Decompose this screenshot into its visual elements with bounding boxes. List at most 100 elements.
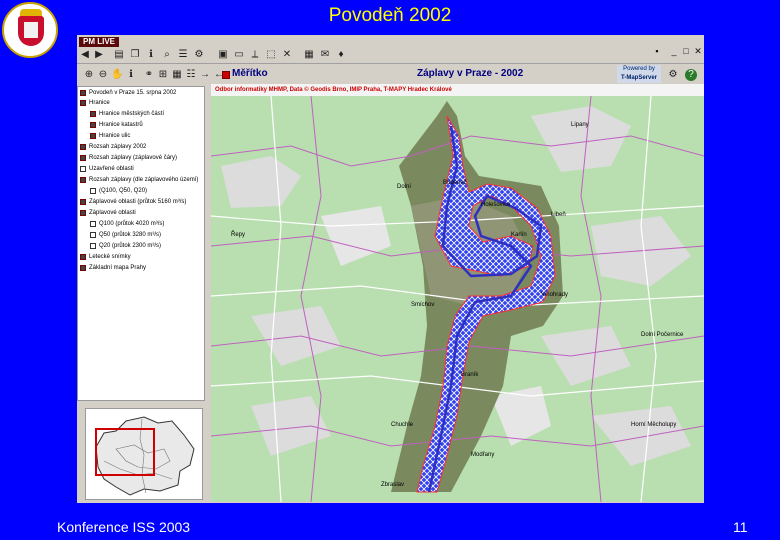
layer-label: Základní mapa Prahy — [89, 264, 147, 271]
map-canvas[interactable]: Dolní Bubeneč Karlín Libeň Holešovice Sm… — [211, 96, 704, 502]
layer-label: Rozsah záplavy 2002 — [89, 143, 147, 150]
fullscreen-icon[interactable]: ▪ — [652, 47, 662, 56]
meritko-label: Měřítko — [232, 68, 268, 79]
label-chuchle: Chuchle — [391, 422, 414, 428]
label-bubenec: Bubeneč — [443, 180, 467, 186]
meritko-checkbox[interactable] — [222, 71, 230, 79]
layer-checkbox[interactable] — [80, 143, 86, 150]
back-icon[interactable]: ◀ — [79, 49, 91, 61]
layer-item[interactable]: Hranice — [80, 98, 110, 107]
layer-item[interactable]: Uzavřené oblasti — [80, 164, 134, 173]
measure-icon[interactable]: ⟂ — [249, 49, 261, 61]
minimize-button[interactable]: _ — [669, 47, 679, 56]
map-title: Záplavy v Praze - 2002 — [417, 68, 524, 79]
help-button[interactable]: ? — [685, 69, 697, 81]
arrow-right-icon[interactable]: → — [199, 69, 211, 81]
map-application-window: PM LIVE ◀ ▶ ▤ ❐ ℹ ⌕ ☰ ⚙ ▣ ▭ ⟂ ⬚ ✕ ▦ ✉ ♦ … — [77, 35, 704, 503]
layer-checkbox[interactable] — [90, 132, 96, 139]
map-view[interactable]: Odbor informatiky MHMP, Data © Geodis Br… — [211, 84, 704, 502]
layer-checkbox[interactable] — [90, 231, 96, 238]
label-holesovice: Holešovice — [481, 202, 511, 208]
layer-root[interactable]: Povodeň v Praze 15. srpna 2002 — [80, 88, 176, 97]
layer-label: Rozsah záplavy (záplavové čáry) — [89, 154, 178, 161]
export-icon[interactable]: ▦ — [303, 49, 315, 61]
layer-tree-panel: Povodeň v Praze 15. srpna 2002 Hranice Hr… — [77, 86, 205, 401]
layer-item[interactable]: Záplavové oblasti (průtok 5160 m³/s) — [80, 197, 186, 206]
maximize-button[interactable]: □ — [681, 47, 691, 56]
binoculars-icon[interactable]: ⚭ — [143, 69, 155, 81]
help-icon[interactable]: ♦ — [335, 49, 347, 61]
layer-item[interactable]: Základní mapa Prahy — [80, 263, 146, 272]
pan-icon[interactable]: ✋ — [111, 69, 123, 81]
layers-icon[interactable]: ☰ — [177, 49, 189, 61]
layer-label: Uzavřené oblasti — [89, 165, 134, 172]
brand-line2: T-MapServer — [620, 75, 657, 81]
open-icon[interactable]: ▭ — [233, 49, 245, 61]
label-lipany: Lipany — [571, 122, 589, 128]
layer-checkbox[interactable] — [90, 110, 96, 117]
layer-item[interactable]: (Q100, Q50, Q20) — [90, 186, 147, 195]
label-horni-mecholupy: Horní Měcholupy — [631, 422, 676, 428]
label-karlin: Karlín — [511, 232, 527, 238]
select-icon[interactable]: ⬚ — [265, 49, 277, 61]
settings-icon[interactable]: ⚙ — [193, 49, 205, 61]
close-button[interactable]: ✕ — [693, 47, 703, 56]
layer-checkbox[interactable] — [80, 99, 86, 106]
layer-checkbox[interactable] — [80, 176, 86, 183]
clear-icon[interactable]: ✕ — [281, 49, 293, 61]
layer-item[interactable]: Rozsah záplavy (dle záplavového území) — [80, 175, 198, 184]
tmapserver-badge: Powered by T-MapServer — [617, 65, 661, 83]
layer-item[interactable]: Záplavové oblasti — [80, 208, 136, 217]
email-icon[interactable]: ✉ — [319, 49, 331, 61]
layer-item[interactable]: Hranice městských částí — [90, 109, 164, 118]
search-icon[interactable]: ⌕ — [161, 49, 173, 61]
layer-checkbox[interactable] — [80, 154, 86, 161]
zoom-extent-icon[interactable]: ⊞ — [157, 69, 169, 81]
info-icon[interactable]: ℹ — [145, 49, 157, 61]
layer-checkbox[interactable] — [80, 264, 86, 271]
slide-title: Povodeň 2002 — [328, 5, 452, 26]
grid-icon[interactable]: ▦ — [171, 69, 183, 81]
layer-checkbox[interactable] — [90, 220, 96, 227]
copy-icon[interactable]: ❐ — [129, 49, 141, 61]
footer-conference: Konference ISS 2003 — [57, 519, 191, 535]
zoom-out-icon[interactable]: ⊖ — [97, 69, 109, 81]
zoom-in-icon[interactable]: ⊕ — [83, 69, 95, 81]
layer-label: Q100 (průtok 4020 m³/s) — [99, 220, 165, 227]
layer-item[interactable]: Q50 (průtok 3280 m³/s) — [90, 230, 161, 239]
layer-item[interactable]: Q100 (průtok 4020 m³/s) — [90, 219, 164, 228]
identify-icon[interactable]: ℹ — [125, 69, 137, 81]
label-liben: Libeň — [551, 212, 566, 218]
layer-item[interactable]: Hranice ulic — [90, 131, 130, 140]
layer-label: Q20 (průtok 2300 m³/s) — [99, 242, 162, 249]
layer-label: Hranice ulic — [99, 132, 131, 139]
settings-gear-icon[interactable]: ⚙ — [667, 69, 679, 81]
layer-checkbox[interactable] — [80, 209, 86, 216]
layer-item[interactable]: Rozsah záplavy 2002 — [80, 142, 146, 151]
print-icon[interactable]: ▤ — [113, 49, 125, 61]
layer-checkbox[interactable] — [80, 165, 86, 172]
map-copyright: Odbor informatiky MHMP, Data © Geodis Br… — [211, 84, 704, 96]
layer-item[interactable]: Q20 (průtok 2300 m³/s) — [90, 241, 161, 250]
layer-checkbox[interactable] — [90, 242, 96, 249]
label-vinohrady: Vinohrady — [541, 292, 568, 298]
overview-map[interactable] — [85, 408, 203, 500]
layer-item[interactable]: Letecké snímky — [80, 252, 131, 261]
layer-checkbox[interactable] — [90, 187, 96, 194]
legend-icon[interactable]: ☷ — [185, 69, 197, 81]
footer-page-number: 11 — [733, 519, 748, 535]
layer-item[interactable]: Rozsah záplavy (záplavové čáry) — [80, 153, 177, 162]
layer-root-checkbox[interactable] — [80, 89, 86, 96]
layer-checkbox[interactable] — [80, 253, 86, 260]
layer-checkbox[interactable] — [90, 121, 96, 128]
label-dolni: Dolní — [397, 184, 411, 190]
save-icon[interactable]: ▣ — [217, 49, 229, 61]
layer-label: Q50 (průtok 3280 m³/s) — [99, 231, 162, 238]
layer-label: Záplavové oblasti (průtok 5160 m³/s) — [89, 198, 187, 205]
layer-checkbox[interactable] — [80, 198, 86, 205]
layer-label: Hranice — [89, 99, 110, 106]
forward-icon[interactable]: ▶ — [93, 49, 105, 61]
layer-item[interactable]: Hranice katastrů — [90, 120, 143, 129]
label-dolni-pocernice: Dolní Počernice — [641, 332, 684, 338]
label-zbraslav: Zbraslav — [381, 482, 404, 488]
